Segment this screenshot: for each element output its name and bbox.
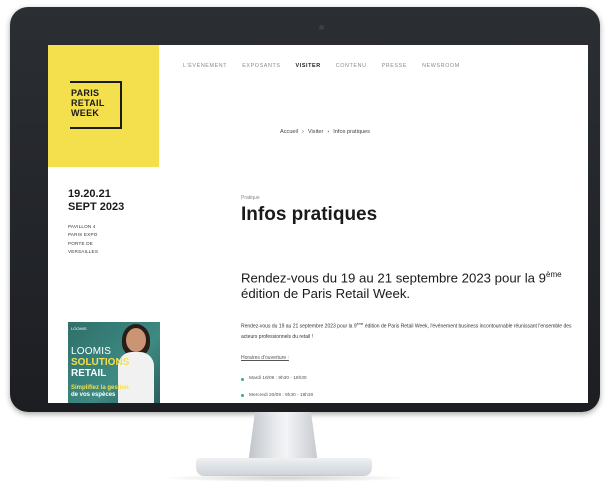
stand-shadow xyxy=(160,474,410,482)
monitor-frame: PARIS RETAIL WEEK L'ÉVÉNEMENT EXPOSANTS … xyxy=(10,7,600,412)
nav-item-evenement[interactable]: L'ÉVÉNEMENT xyxy=(183,63,227,69)
nav-item-presse[interactable]: PRESSE xyxy=(382,63,407,69)
lead-paragraph: Rendez-vous du 19 au 21 septembre 2023 p… xyxy=(241,270,562,302)
logo-line-3: WEEK xyxy=(71,108,100,118)
webcam-dot xyxy=(319,25,324,30)
nav-item-contenu[interactable]: CONTENU xyxy=(336,63,367,69)
event-dates: 19.20.21 SEPT 2023 xyxy=(68,188,124,214)
bullet-icon xyxy=(241,394,244,398)
ad-title-line-3: RETAIL xyxy=(71,368,107,379)
nav-item-visiter[interactable]: VISITER xyxy=(296,63,321,69)
venue-line: PAVILLON 4 xyxy=(68,224,96,229)
breadcrumb-visiter[interactable]: Visiter xyxy=(308,129,323,135)
ad-title-line-1: LOOMIS xyxy=(71,346,112,357)
venue-line: PORTE DE xyxy=(68,240,93,246)
logo-line-1: PARIS xyxy=(71,88,100,98)
event-dates-month: SEPT 2023 xyxy=(68,201,125,213)
event-dates-days: 19.20.21 xyxy=(68,188,111,200)
breadcrumb-current: Infos pratiques xyxy=(333,129,370,135)
list-item: Mercredi 20/09 : 9h30 - 18h30 xyxy=(241,388,313,404)
page-kicker: Pratique xyxy=(241,195,260,201)
ad-tagline-line-1: Simplifiez la gestion xyxy=(71,385,129,391)
breadcrumb-home[interactable]: Accueil xyxy=(280,129,298,135)
ad-tagline-line-2: de vos espèces xyxy=(71,392,116,398)
event-venue: PAVILLON 4 PARIS EXPO PORTE DE VERSAILLE… xyxy=(68,223,98,257)
breadcrumb-separator: › xyxy=(302,129,304,135)
main-nav: L'ÉVÉNEMENT EXPOSANTS VISITER CONTENU PR… xyxy=(183,63,475,69)
screen: PARIS RETAIL WEEK L'ÉVÉNEMENT EXPOSANTS … xyxy=(48,45,588,403)
nav-item-newsroom[interactable]: NEWSROOM xyxy=(422,63,460,69)
sponsor-ad-banner[interactable]: LOOMIS LOOMIS SOLUTIONS RETAIL Simplifie… xyxy=(68,322,160,403)
bullet-icon xyxy=(241,377,244,381)
logo-block[interactable]: PARIS RETAIL WEEK xyxy=(48,45,159,167)
breadcrumb-separator: › xyxy=(327,129,330,135)
ad-title-line-2: SOLUTIONS xyxy=(71,357,130,368)
page-title: Infos pratiques xyxy=(241,204,378,225)
breadcrumb: Accueil › Visiter › Infos pratiques xyxy=(280,129,370,135)
logo-line-2: RETAIL xyxy=(71,98,105,108)
nav-item-exposants[interactable]: EXPOSANTS xyxy=(242,63,280,69)
venue-line: PARIS EXPO xyxy=(68,232,98,238)
list-item: Mardi 19/09 : 9h30 - 18h30 xyxy=(241,371,313,388)
venue-line: VERSAILLES xyxy=(68,249,99,255)
opening-hours-list: Mardi 19/09 : 9h30 - 18h30 Mercredi 20/0… xyxy=(241,371,313,403)
monitor-stand-neck xyxy=(248,412,318,464)
intro-paragraph: Rendez-vous du 19 au 21 septembre 2023 p… xyxy=(241,322,572,340)
ad-brand-logo: LOOMIS xyxy=(71,326,87,331)
opening-hours-label: Horaires d'ouverture : xyxy=(241,355,289,361)
logo[interactable]: PARIS RETAIL WEEK xyxy=(70,81,122,129)
